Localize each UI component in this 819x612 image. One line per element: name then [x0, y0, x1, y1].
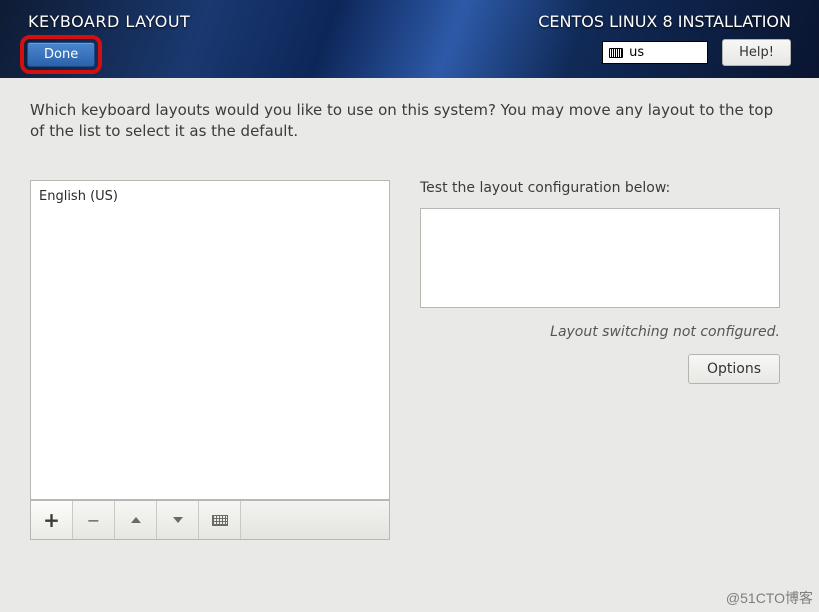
switching-note: Layout switching not configured.: [420, 324, 780, 340]
preview-layout-button[interactable]: [199, 501, 241, 539]
language-code: us: [629, 45, 644, 60]
keyboard-grid-icon: [212, 515, 228, 526]
layout-toolbar: + −: [30, 500, 390, 540]
done-highlight-box: Done: [20, 35, 102, 74]
columns: English (US) + − Test the layout configu…: [30, 180, 789, 540]
layout-list[interactable]: English (US): [30, 180, 390, 500]
add-layout-button[interactable]: +: [31, 501, 73, 539]
options-button[interactable]: Options: [688, 354, 780, 384]
header-left: KEYBOARD LAYOUT Done: [28, 12, 190, 78]
instruction-text: Which keyboard layouts would you like to…: [30, 100, 789, 142]
installer-title: CENTOS LINUX 8 INSTALLATION: [538, 12, 791, 31]
right-column: Test the layout configuration below: Lay…: [420, 180, 789, 384]
keyboard-icon: [609, 48, 623, 58]
page-title: KEYBOARD LAYOUT: [28, 12, 190, 31]
test-label: Test the layout configuration below:: [420, 180, 789, 196]
list-item[interactable]: English (US): [39, 187, 381, 206]
header-right: CENTOS LINUX 8 INSTALLATION us Help!: [538, 12, 791, 78]
move-up-button[interactable]: [115, 501, 157, 539]
content-area: Which keyboard layouts would you like to…: [0, 78, 819, 562]
left-column: English (US) + −: [30, 180, 390, 540]
header-bar: KEYBOARD LAYOUT Done CENTOS LINUX 8 INST…: [0, 0, 819, 78]
chevron-down-icon: [173, 517, 183, 523]
remove-layout-button[interactable]: −: [73, 501, 115, 539]
options-row: Options: [420, 354, 780, 384]
toolbar-spacer: [241, 501, 389, 539]
done-button[interactable]: Done: [27, 42, 95, 67]
language-indicator[interactable]: us: [602, 41, 708, 64]
test-input[interactable]: [420, 208, 780, 308]
move-down-button[interactable]: [157, 501, 199, 539]
help-button[interactable]: Help!: [722, 39, 791, 66]
header-right-row: us Help!: [602, 39, 791, 66]
watermark-text: @51CTO博客: [726, 588, 813, 608]
chevron-up-icon: [131, 517, 141, 523]
